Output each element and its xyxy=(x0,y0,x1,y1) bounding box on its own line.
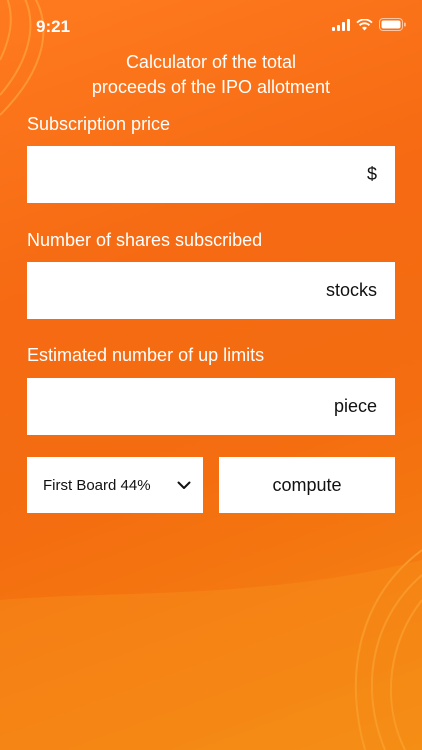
up-limits-unit: piece xyxy=(333,396,377,416)
page-title: Calculator of the total proceeds of the … xyxy=(0,50,422,100)
board-select[interactable]: First Board 44% xyxy=(27,457,203,513)
status-bar: 9:21 xyxy=(0,0,422,54)
board-select-value: First Board 44% xyxy=(43,476,151,494)
page-title-line-2: proceeds of the IPO allotment xyxy=(91,77,331,97)
shares-subscribed-label: Number of shares subscribed xyxy=(27,230,263,250)
subscription-price-input[interactable]: $ xyxy=(27,146,395,203)
subscription-price-unit: $ xyxy=(366,164,377,184)
signal-icon xyxy=(332,18,350,31)
compute-button-label: compute xyxy=(272,474,342,495)
up-limits-label: Estimated number of up limits xyxy=(27,345,265,365)
compute-button[interactable]: compute xyxy=(219,457,395,513)
up-limits-input[interactable]: piece xyxy=(27,378,395,435)
wifi-icon xyxy=(356,18,373,30)
status-time: 9:21 xyxy=(36,17,71,36)
chevron-down-icon xyxy=(177,481,191,489)
shares-subscribed-input[interactable]: stocks xyxy=(27,262,395,319)
status-icons xyxy=(332,18,406,31)
shares-subscribed-unit: stocks xyxy=(325,280,377,300)
subscription-price-label: Subscription price xyxy=(27,114,171,134)
page-title-line-1: Calculator of the total xyxy=(125,52,297,72)
battery-icon xyxy=(379,18,406,31)
